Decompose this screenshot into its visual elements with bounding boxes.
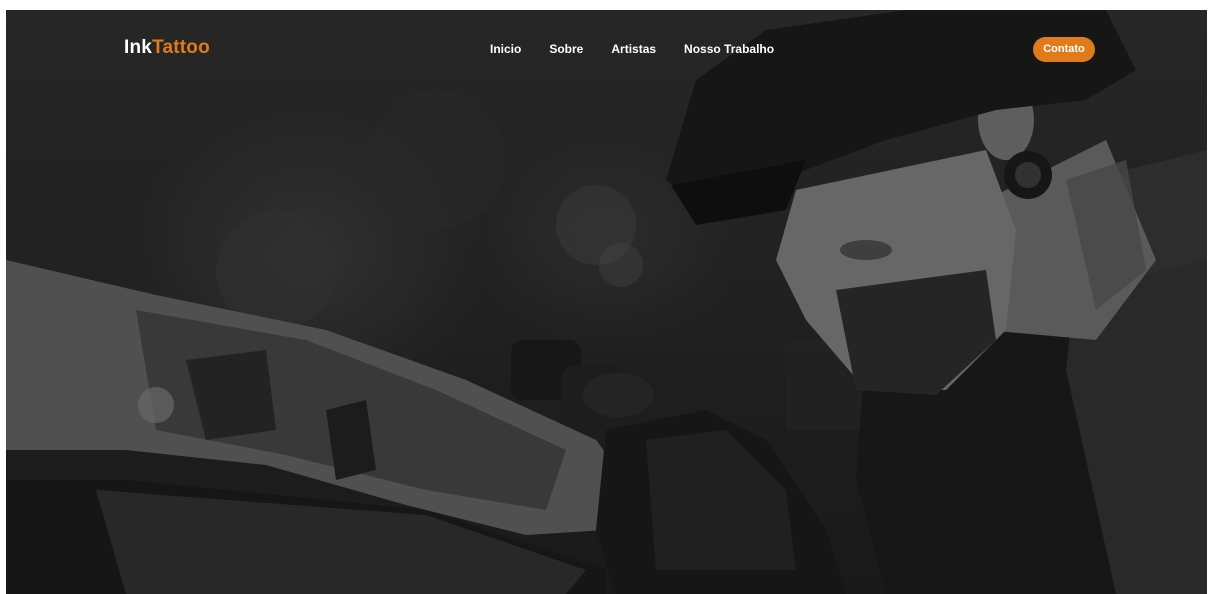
contact-button[interactable]: Contato xyxy=(1033,37,1095,62)
nav-link-nosso-trabalho[interactable]: Nosso Trabalho xyxy=(684,42,774,56)
logo-text-tattoo: Tattoo xyxy=(152,37,210,58)
nav-link-artistas[interactable]: Artistas xyxy=(611,42,656,56)
brand-logo[interactable]: InkTattoo xyxy=(124,36,210,60)
logo-text-ink: Ink xyxy=(124,37,153,58)
top-navbar: InkTattoo Inicio Sobre Artistas Nosso Tr… xyxy=(6,10,1207,86)
main-menu: Inicio Sobre Artistas Nosso Trabalho xyxy=(490,42,774,56)
hero-dark-overlay xyxy=(6,10,1207,594)
hero-section: InkTattoo Inicio Sobre Artistas Nosso Tr… xyxy=(6,10,1207,594)
nav-link-inicio[interactable]: Inicio xyxy=(490,42,521,56)
nav-link-sobre[interactable]: Sobre xyxy=(549,42,583,56)
